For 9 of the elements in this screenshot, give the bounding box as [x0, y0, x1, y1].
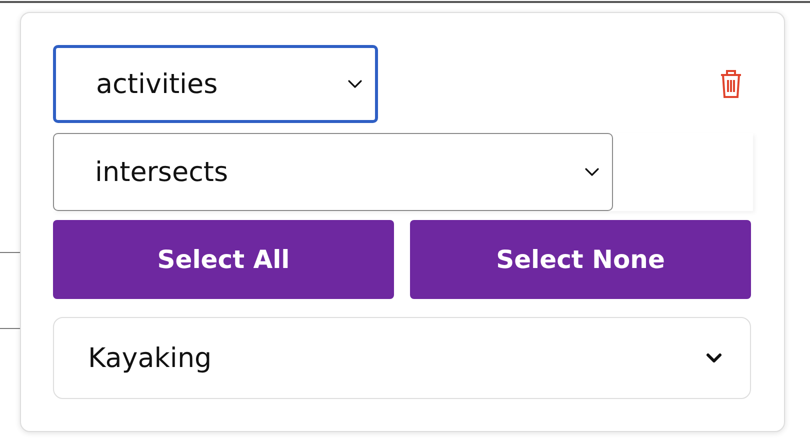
chevron-down-icon [584, 167, 600, 177]
trash-icon[interactable] [719, 69, 743, 99]
chevron-down-icon [706, 353, 722, 363]
select-all-button[interactable]: Select All [53, 220, 394, 299]
select-none-button[interactable]: Select None [410, 220, 751, 299]
field-select[interactable]: activities [53, 45, 378, 123]
chevron-down-icon [347, 79, 363, 89]
operator-select[interactable]: intersects [53, 133, 613, 211]
value-dropdown[interactable]: Kayaking [53, 317, 751, 399]
